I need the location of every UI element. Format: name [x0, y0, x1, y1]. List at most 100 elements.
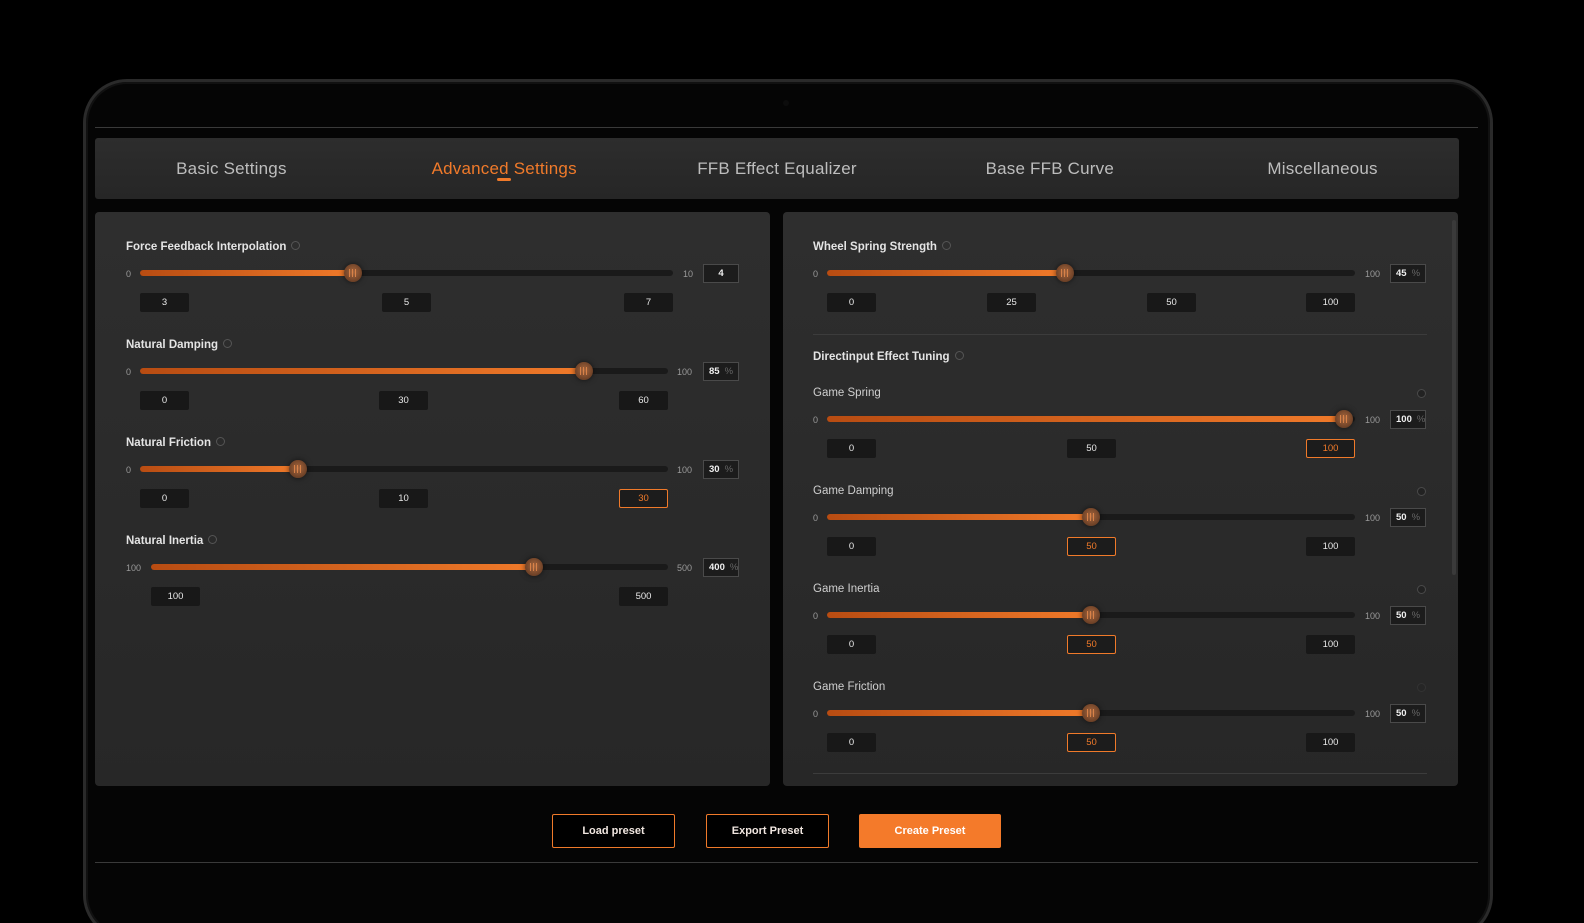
game-friction-toggle[interactable] [1417, 683, 1426, 692]
damping-min: 0 [126, 367, 132, 377]
inertia-value-input[interactable]: 400% [703, 558, 739, 577]
scrollbar[interactable] [1452, 220, 1456, 575]
game-friction-preset-button[interactable]: 100 [1306, 733, 1355, 752]
slider-fill [827, 710, 1091, 716]
friction-value-input[interactable]: 30% [703, 460, 739, 479]
game-friction-value-input[interactable]: 50% [1390, 704, 1426, 723]
export-preset-button[interactable]: Export Preset [706, 814, 829, 848]
load-preset-button[interactable]: Load preset [552, 814, 675, 848]
game-friction-preset-button-selected[interactable]: 50 [1067, 733, 1116, 752]
slider-fill [827, 514, 1091, 520]
tab-miscellaneous[interactable]: Miscellaneous [1186, 138, 1459, 199]
game-inertia-preset-button[interactable]: 0 [827, 635, 876, 654]
info-icon[interactable] [291, 241, 301, 251]
wheel-spring-preset-button[interactable]: 100 [1306, 293, 1355, 312]
game-spring-label: Game Spring [813, 387, 881, 399]
game-damping-min: 0 [813, 513, 819, 523]
game-inertia-preset-button-selected[interactable]: 50 [1067, 635, 1116, 654]
divider [813, 334, 1427, 335]
game-inertia-value-input[interactable]: 50% [1390, 606, 1426, 625]
damping-preset-button[interactable]: 0 [140, 391, 189, 410]
tab-basic-settings[interactable]: Basic Settings [95, 138, 368, 199]
game-damping-preset-button[interactable]: 0 [827, 537, 876, 556]
slider-thumb[interactable] [344, 264, 363, 282]
tab-base-ffb-curve[interactable]: Base FFB Curve [913, 138, 1186, 199]
info-icon[interactable] [215, 437, 225, 447]
slider-fill [140, 466, 299, 472]
wheel-spring-slider[interactable] [827, 264, 1355, 282]
game-spring-preset-button[interactable]: 0 [827, 439, 876, 458]
friction-preset-button[interactable]: 0 [140, 489, 189, 508]
inertia-label: Natural Inertia [126, 535, 218, 547]
info-icon[interactable] [223, 339, 233, 349]
game-friction-min: 0 [813, 709, 819, 719]
inertia-slider[interactable] [151, 558, 668, 576]
game-inertia-label: Game Inertia [813, 583, 880, 595]
slider-thumb[interactable] [1082, 704, 1100, 722]
damping-preset-button[interactable]: 30 [379, 391, 428, 410]
game-spring-toggle[interactable] [1417, 389, 1426, 398]
game-inertia-toggle[interactable] [1417, 585, 1426, 594]
ffi-preset-button[interactable]: 5 [382, 293, 431, 312]
wheel-spring-label: Wheel Spring Strength [813, 241, 951, 253]
damping-slider[interactable] [140, 362, 668, 380]
damping-max: 100 [677, 367, 693, 377]
game-damping-preset-button[interactable]: 100 [1306, 537, 1355, 556]
game-spring-slider[interactable] [827, 410, 1355, 428]
game-damping-max: 100 [1365, 513, 1381, 523]
ffi-slider[interactable] [140, 264, 673, 282]
tab-advanced-settings[interactable]: Advanced Settings [368, 138, 641, 199]
slider-thumb[interactable] [289, 460, 308, 478]
slider-fill [151, 564, 534, 570]
info-icon[interactable] [954, 351, 964, 361]
game-spring-preset-button-selected[interactable]: 100 [1306, 439, 1355, 458]
ffi-preset-button[interactable]: 3 [140, 293, 189, 312]
slider-thumb[interactable] [1082, 508, 1100, 526]
game-inertia-preset-button[interactable]: 100 [1306, 635, 1355, 654]
info-icon[interactable] [208, 535, 218, 545]
create-preset-button[interactable]: Create Preset [859, 814, 1001, 848]
wheel-spring-value-input[interactable]: 45% [1390, 264, 1426, 283]
game-damping-preset-button-selected[interactable]: 50 [1067, 537, 1116, 556]
info-icon[interactable] [941, 241, 951, 251]
slider-thumb[interactable] [1335, 410, 1354, 428]
slider-fill [140, 270, 354, 276]
friction-slider[interactable] [140, 460, 668, 478]
directinput-section-title: Directinput Effect Tuning [813, 351, 964, 363]
wheel-spring-preset-button[interactable]: 25 [987, 293, 1036, 312]
screen-top-edge [95, 127, 1478, 128]
divider [813, 773, 1427, 774]
tab-ffb-effect-equalizer[interactable]: FFB Effect Equalizer [641, 138, 914, 199]
damping-preset-button[interactable]: 60 [619, 391, 668, 410]
wheel-spring-preset-button[interactable]: 0 [827, 293, 876, 312]
ffi-preset-button[interactable]: 7 [624, 293, 673, 312]
game-damping-label: Game Damping [813, 485, 894, 497]
ffi-label: Force Feedback Interpolation [126, 241, 301, 253]
slider-thumb[interactable] [1082, 606, 1100, 624]
game-inertia-max: 100 [1365, 611, 1381, 621]
inertia-preset-button[interactable]: 100 [151, 587, 200, 606]
slider-fill [140, 368, 584, 374]
game-spring-min: 0 [813, 415, 819, 425]
friction-preset-button-selected[interactable]: 30 [619, 489, 668, 508]
friction-preset-button[interactable]: 10 [379, 489, 428, 508]
game-inertia-slider[interactable] [827, 606, 1355, 624]
game-friction-preset-button[interactable]: 0 [827, 733, 876, 752]
game-spring-value-input[interactable]: 100% [1390, 410, 1426, 429]
game-damping-slider[interactable] [827, 508, 1355, 526]
right-settings-panel: Wheel Spring Strength 0 100 45% 0 25 50 … [783, 212, 1458, 786]
inertia-preset-button[interactable]: 500 [619, 587, 668, 606]
game-damping-value-input[interactable]: 50% [1390, 508, 1426, 527]
damping-value-input[interactable]: 85% [703, 362, 739, 381]
friction-max: 100 [677, 465, 693, 475]
ffi-value-input[interactable]: 4 [703, 264, 739, 283]
game-damping-toggle[interactable] [1417, 487, 1426, 496]
slider-thumb[interactable] [1055, 264, 1074, 282]
game-friction-slider[interactable] [827, 704, 1355, 722]
slider-thumb[interactable] [574, 362, 593, 380]
screen-bottom-edge [95, 862, 1478, 863]
wheel-spring-preset-button[interactable]: 50 [1147, 293, 1196, 312]
game-spring-preset-button[interactable]: 50 [1067, 439, 1116, 458]
slider-thumb[interactable] [524, 558, 543, 576]
camera [783, 100, 789, 106]
